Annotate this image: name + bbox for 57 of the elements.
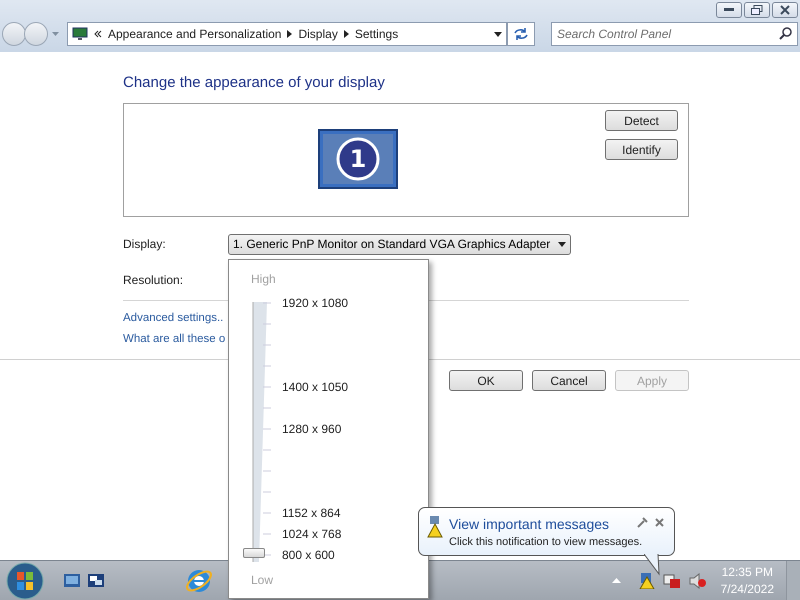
dialog-button[interactable]: Detect — [605, 110, 678, 131]
close-icon — [780, 5, 790, 15]
desktop-icon[interactable] — [64, 574, 80, 587]
start-orb-icon[interactable] — [6, 562, 44, 600]
slider-thumb[interactable] — [243, 548, 265, 558]
breadcrumb[interactable]: Display — [298, 27, 338, 41]
monitor-icon — [72, 27, 88, 41]
scale-label: Low — [251, 573, 274, 587]
refresh-icon — [513, 27, 529, 41]
monitor-drawing[interactable]: 1 — [318, 129, 398, 189]
clock-time: 12:35 PM — [722, 564, 773, 580]
notification-text: Click this notification to view messages. — [449, 536, 644, 548]
dialog-button[interactable]: OK — [449, 370, 523, 391]
restore-button[interactable] — [744, 2, 770, 18]
notification-balloon[interactable]: View important messages Click this notification to view messages. — [418, 507, 675, 556]
minimize-button[interactable] — [716, 2, 742, 18]
network-disconnected-icon[interactable] — [662, 572, 681, 588]
resolution-option[interactable]: 1920 x 1080 — [282, 296, 348, 310]
chevron-right-icon[interactable] — [344, 30, 349, 38]
field-label: Resolution: — [123, 273, 184, 287]
resolution-option[interactable]: 1280 x 960 — [282, 422, 342, 436]
resolution-option[interactable]: 1024 x 768 — [282, 527, 342, 541]
forward-button[interactable] — [24, 22, 48, 46]
resolution-option[interactable]: 800 x 600 — [282, 548, 335, 562]
resolution-option[interactable]: 1152 x 864 — [282, 506, 340, 520]
dialog-button[interactable]: Identify — [605, 139, 678, 160]
warning-icon — [427, 516, 443, 538]
link[interactable]: What are all these o — [123, 333, 226, 345]
chevron-right-icon[interactable] — [287, 30, 292, 38]
close-button[interactable] — [772, 2, 798, 18]
breadcrumb[interactable]: Settings — [354, 27, 398, 41]
close-icon[interactable] — [655, 518, 664, 527]
action-center-warning-icon[interactable] — [638, 572, 655, 588]
double-chevron-icon — [94, 30, 102, 38]
dropdown-arrow-icon[interactable] — [494, 32, 502, 36]
link[interactable]: Advanced settings.. — [123, 312, 224, 324]
address-bar[interactable]: Appearance and Personalization Display Settings — [67, 22, 507, 46]
slider-track[interactable] — [243, 302, 271, 562]
search-field[interactable]: Search Control Panel — [551, 22, 798, 46]
scale-label: High — [251, 272, 276, 286]
back-button[interactable] — [2, 22, 26, 46]
restore-icon — [751, 5, 763, 15]
clock-date: 7/24/2022 — [720, 580, 774, 598]
page-heading: Change the appearance of your display — [123, 74, 386, 91]
dropdown-arrow-icon — [558, 242, 566, 246]
refresh-button[interactable] — [507, 22, 535, 46]
breadcrumb[interactable]: Appearance and Personalization — [108, 27, 282, 41]
minimize-icon — [724, 8, 734, 12]
wrench-icon[interactable] — [637, 517, 648, 528]
window-switcher-icon[interactable] — [88, 574, 104, 587]
dialog-button[interactable]: Cancel — [532, 370, 606, 391]
field-label: Display: — [123, 237, 167, 251]
notification-title: View important messages — [449, 516, 610, 532]
search-icon — [779, 27, 792, 40]
resolution-option[interactable]: 1400 x 1050 — [282, 380, 348, 394]
speaker-muted-icon[interactable] — [688, 572, 707, 588]
display-dropdown[interactable]: 1. Generic PnP Monitor on Standard VGA Graphics Adapter — [228, 234, 572, 254]
